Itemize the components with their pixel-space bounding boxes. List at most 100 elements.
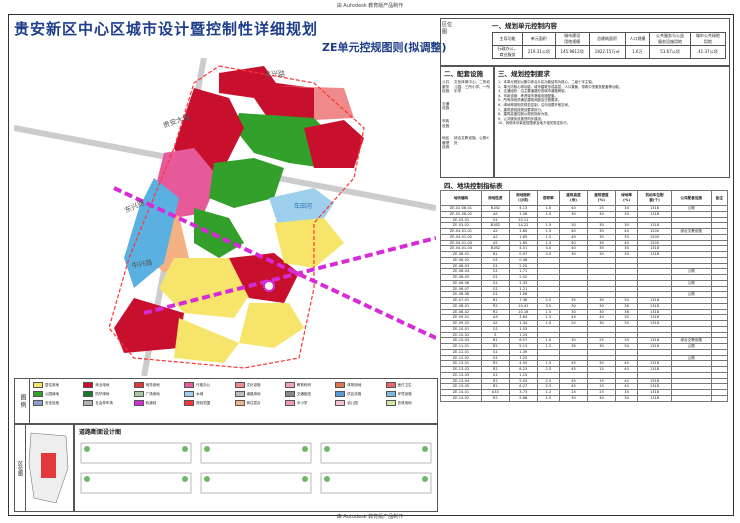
legend-swatch xyxy=(284,382,295,388)
legend-swatch xyxy=(234,400,245,406)
table-cell xyxy=(710,394,729,402)
plan-header-cell: 公共配套设施 xyxy=(670,190,712,206)
legend-item: 居住用地 xyxy=(33,382,80,388)
bottom-note: 由 Autodesk 教育版产品制作 xyxy=(336,514,404,520)
table-cell: 30 xyxy=(614,394,639,402)
road-section-drawings xyxy=(80,442,432,494)
sec1-value-cell: 1.6万 xyxy=(624,45,651,59)
plan-header-cell: 机动车位配 套(个) xyxy=(637,190,672,206)
legend-item: 社会停车场 xyxy=(83,400,130,406)
facility-row: 市政 设施 xyxy=(442,119,492,128)
plan-header-cell: 绿地率 (%) xyxy=(614,190,639,206)
location-svg xyxy=(28,432,69,504)
sec1-header-cell: 城市公共绿地 用地 xyxy=(689,32,727,46)
river-label: 车田河 xyxy=(294,202,312,210)
legend-swatch xyxy=(385,391,396,397)
legend-label: 水域 xyxy=(196,391,204,396)
legend-swatch xyxy=(184,382,195,388)
plan-header-cell: 备注 xyxy=(710,190,729,206)
sec2-title: 二、配套设施 xyxy=(444,70,483,78)
table-cell: 1318 xyxy=(637,394,672,402)
sec1-value-cell: 41.37公顷 xyxy=(689,45,727,59)
sec3-title: 三、规划控制要求 xyxy=(498,70,550,78)
rail-station-icon xyxy=(263,280,275,292)
legend-grid: 居住用地 商业用地 商务用地 行政办公 文化设施 教育科研 体育用地 医疗卫生 公园绿地 防护绿地… xyxy=(33,382,433,422)
sec1-value-cell: 219.31公顷 xyxy=(521,45,556,59)
legend-swatch xyxy=(83,391,94,397)
legend-label: 行政办公 xyxy=(196,382,211,387)
plan-header-cell: 用地性质 xyxy=(480,190,510,206)
legend-label: 轨道线 xyxy=(145,400,157,405)
legend-swatch xyxy=(133,400,144,406)
table-cell: R2 xyxy=(480,394,510,402)
legend-label: 中小学 xyxy=(296,400,308,405)
legend-item: 规划范围 xyxy=(184,400,231,406)
sec1-header-cell: 城市建设 用地规模 xyxy=(554,32,590,46)
map-canvas: 贵安大道 东兴路 中兴路 北兴路 车田河 xyxy=(13,57,437,377)
legend-swatch xyxy=(385,400,396,406)
sec1-value-cell: 1822.15万㎡ xyxy=(588,45,626,59)
sec1-value-cell: 51.67公顷 xyxy=(649,45,691,59)
table-cell: 5.68 xyxy=(508,394,538,402)
sec1-header-cell: 公共服务与公益 服务设施用地 xyxy=(649,32,691,46)
top-note: 由 Autodesk 教育版产品制作 xyxy=(336,3,404,9)
legend-item: 医疗卫生 xyxy=(385,382,433,388)
table-row: ZE-14-02 R2 5.68 1.5 30 30 30 1318 xyxy=(440,394,729,402)
legend-item: 环境设施 xyxy=(385,391,433,397)
legend-swatch xyxy=(83,382,94,388)
sec1-header-cell: 主导功能 xyxy=(492,32,523,46)
sec2-list: 公共 服务 设施 文化体育中心、二所幼儿园、三所小学、一所中学交通 设施市政 设施… xyxy=(442,80,492,158)
facility-label: 交通 设施 xyxy=(442,101,450,111)
page-subtitle: ZE单元控规图则(拟调整) xyxy=(322,41,447,54)
legend-label: 安全设施 xyxy=(45,400,59,405)
legend-label: 商务用地 xyxy=(145,382,160,387)
legend-item: 体育用地 xyxy=(335,382,382,388)
legend-item: 中小学 xyxy=(284,400,332,406)
road-section-panel: 道路断面设计图 xyxy=(74,424,438,512)
table-cell: ZE-14-02 xyxy=(440,394,482,402)
plan-header-cell: 用地面积 (公顷) xyxy=(508,190,538,206)
legend-swatch xyxy=(234,382,245,388)
control-panel: 一、规划单元控制内容 区位 图 主导功能 单元面积 城市建设 用地规模 总建筑面积 人口… xyxy=(440,18,730,510)
sec4-title: 四、地块控制指标表 xyxy=(444,182,503,190)
legend-item: 道路用地 xyxy=(234,391,282,397)
legend-swatch xyxy=(133,382,144,388)
legend-swatch xyxy=(335,400,346,406)
location-title: 区位图 xyxy=(15,425,26,511)
table-cell: 30 xyxy=(559,394,588,402)
facility-row: 公共 服务 设施 文化体育中心、二所幼儿园、三所小学、一所中学 xyxy=(442,80,492,94)
road-section-title: 道路断面设计图 xyxy=(79,429,122,436)
legend-label: 供应设施 xyxy=(347,391,362,396)
legend-swatch xyxy=(184,391,195,397)
legend-swatch xyxy=(234,391,245,397)
legend-label: 社会停车场 xyxy=(95,400,113,405)
facility-row: 地区 管理 设施 综合文教设施、公厕X处 xyxy=(442,136,492,150)
sec1-value-cell: 行政办公， 商业服务 xyxy=(492,45,523,59)
legend-item: 轨道线 xyxy=(133,400,181,406)
sec1-side: 区位 图 xyxy=(442,22,453,35)
land-use-map[interactable]: 贵安大道 东兴路 中兴路 北兴路 车田河 xyxy=(13,57,437,377)
control-note: 10、其他未尽事宜按国家及地方相关规定执行。 xyxy=(498,121,571,126)
facility-label: 公共 服务 设施 xyxy=(442,80,450,94)
legend-title: 图 例 xyxy=(15,379,30,423)
road-label-4: 北兴路 xyxy=(264,69,285,78)
legend-item: 文化设施 xyxy=(234,382,282,388)
legend-item: 行政办公 xyxy=(184,382,231,388)
legend-label: 广场用地 xyxy=(145,391,160,396)
legend-swatch xyxy=(335,382,346,388)
legend-swatch xyxy=(335,391,346,397)
legend: 图 例 居住用地 商业用地 商务用地 行政办公 文化设施 教育科研 体育用地 医疗卫生公园绿地… xyxy=(14,378,438,424)
legend-label: 居住用地 xyxy=(45,382,59,387)
facility-label: 地区 管理 设施 xyxy=(442,136,450,150)
sec1-header-cell: 总建筑面积 xyxy=(588,32,626,46)
legend-item: 教育科研 xyxy=(284,382,332,388)
legend-item: 供应设施 xyxy=(335,391,382,397)
facility-text: 综合文教设施、公厕X处 xyxy=(454,136,489,145)
legend-item: 商业用地 xyxy=(83,382,130,388)
plan-header-cell: 地块编码 xyxy=(440,190,482,206)
legend-item: 广场用地 xyxy=(133,391,181,397)
legend-label: 幼儿园 xyxy=(347,400,358,405)
legend-item: 公园绿地 xyxy=(33,391,80,397)
legend-item: 幼儿园 xyxy=(335,400,382,406)
legend-swatch xyxy=(33,391,43,397)
